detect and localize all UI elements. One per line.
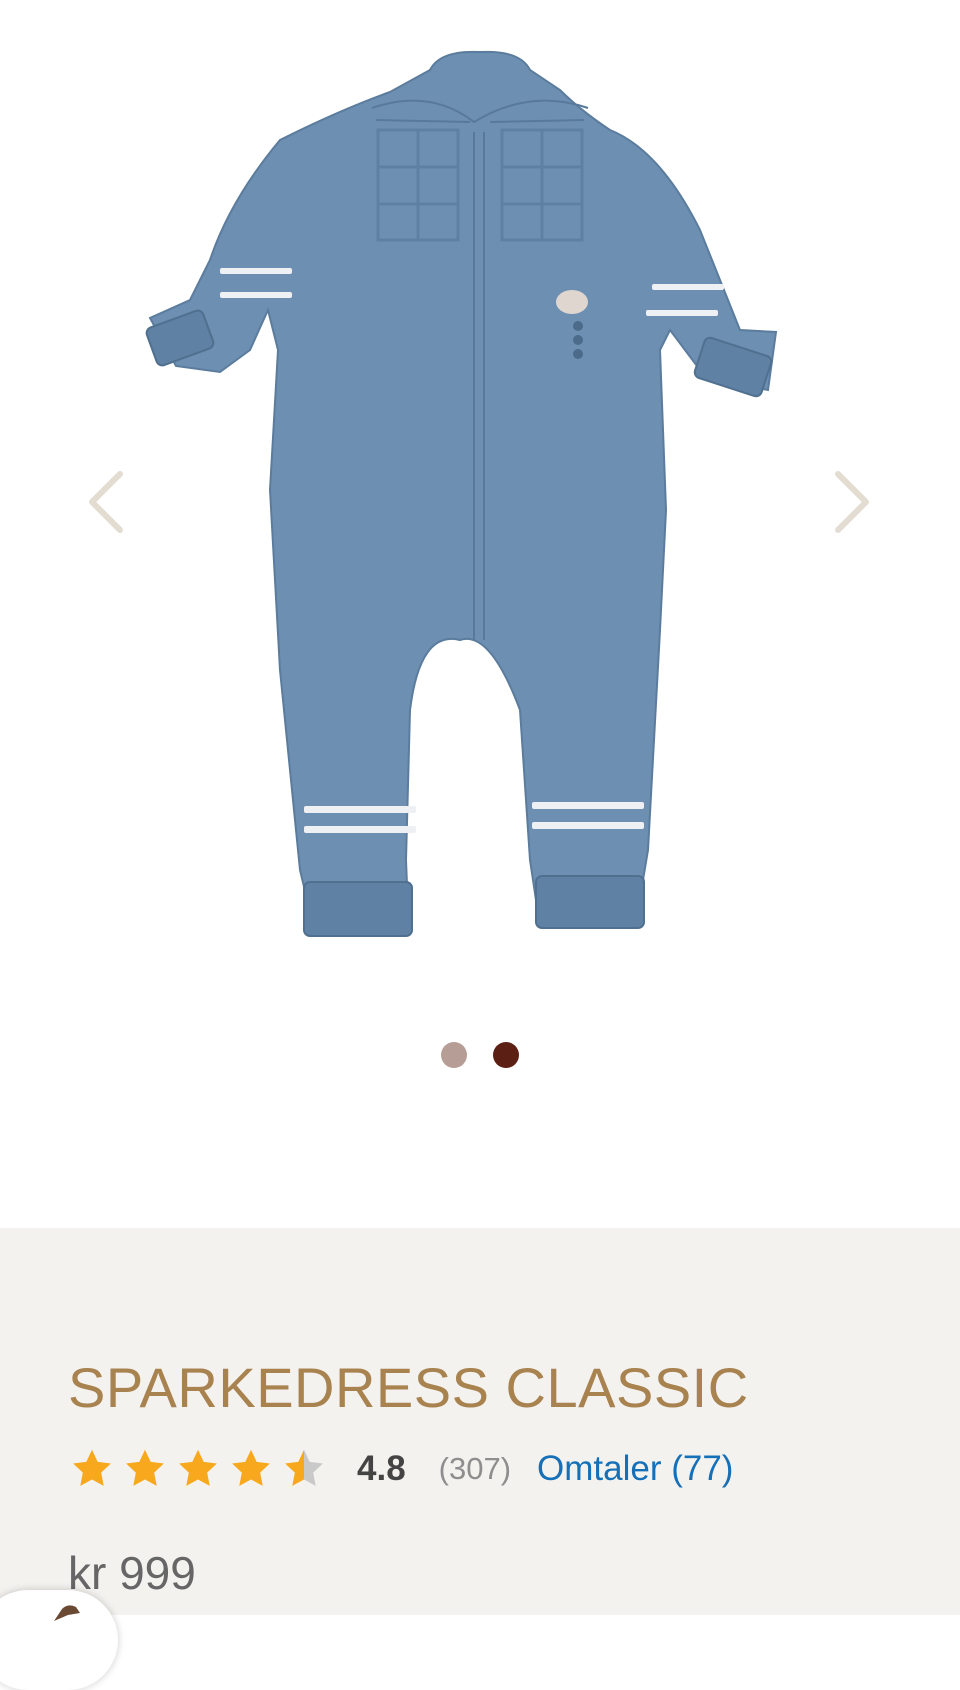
star-icon xyxy=(73,1449,111,1486)
star-icon xyxy=(232,1449,270,1486)
product-image[interactable] xyxy=(140,30,820,950)
rating-value: 4.8 xyxy=(357,1449,406,1488)
chat-icon xyxy=(54,1605,80,1621)
next-image-button[interactable] xyxy=(822,462,882,542)
color-swatch-rose[interactable] xyxy=(441,1042,467,1068)
star-icon xyxy=(179,1449,217,1486)
chevron-left-icon xyxy=(89,471,123,533)
reviews-link[interactable]: Omtaler (77) xyxy=(537,1449,733,1489)
chevron-right-icon xyxy=(835,471,869,533)
rating-stars xyxy=(70,1447,326,1491)
product-price: kr 999 xyxy=(68,1547,196,1599)
rating-count: (307) xyxy=(438,1451,512,1486)
star-icon xyxy=(126,1449,164,1486)
color-swatches xyxy=(0,1042,960,1068)
product-title: SPARKEDRESS CLASSIC xyxy=(68,1356,749,1419)
product-gallery[interactable] xyxy=(0,0,960,1228)
previous-image-button[interactable] xyxy=(76,462,136,542)
rating-row: 4.8 (307) Omtaler (77) xyxy=(70,1445,733,1493)
half-star-icon xyxy=(285,1449,323,1486)
color-swatch-brown[interactable] xyxy=(493,1042,519,1068)
